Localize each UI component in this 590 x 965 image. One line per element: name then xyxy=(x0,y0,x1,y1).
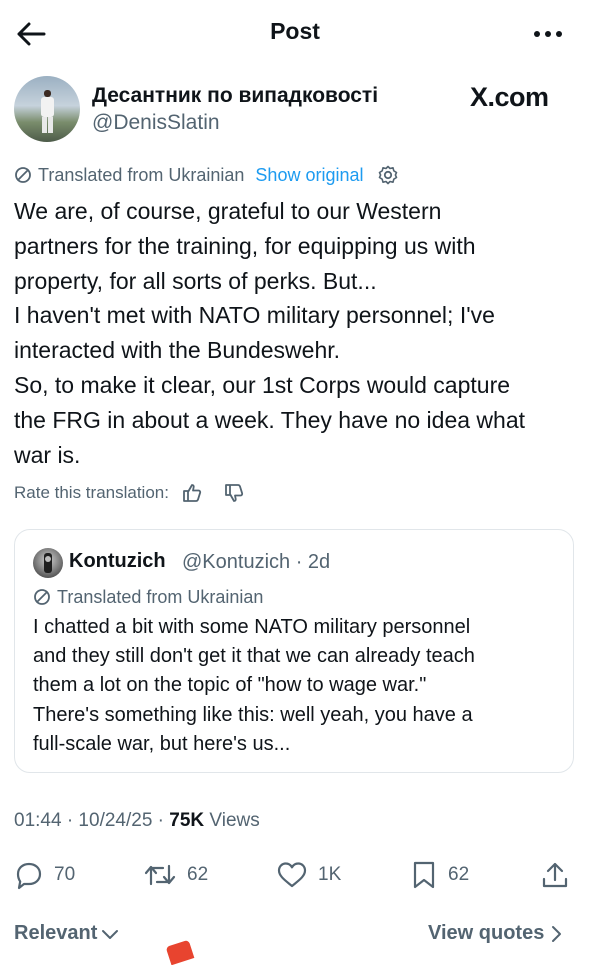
repost-icon xyxy=(143,860,177,890)
quoted-translated-label: Translated from Ukrainian xyxy=(57,586,264,607)
rate-translation-label: Rate this translation: xyxy=(14,483,169,502)
post-line: So, to make it clear, our 1st Corps woul… xyxy=(14,371,511,398)
post-line: partners for the training, for equipping… xyxy=(14,232,476,259)
thumbs-down-icon[interactable] xyxy=(223,482,245,504)
view-quotes-label: View quotes xyxy=(428,922,545,944)
post-line: property, for all sorts of perks. But... xyxy=(14,267,377,294)
post-body: We are, of course, grateful to our Weste… xyxy=(14,194,579,472)
show-original-link[interactable]: Show original xyxy=(255,165,363,186)
quoted-handle-time[interactable]: @Kontuzich · 2d xyxy=(182,551,330,574)
quoted-line: There's something like this: well yeah, … xyxy=(33,703,473,726)
bookmark-icon xyxy=(410,860,438,890)
quoted-translation-row: Translated from Ukrainian xyxy=(33,585,263,609)
reply-count: 70 xyxy=(54,864,76,885)
views-label: Views xyxy=(204,810,260,831)
reply-button[interactable]: 70 xyxy=(14,858,75,892)
more-options-icon[interactable] xyxy=(528,22,568,46)
share-button[interactable] xyxy=(540,858,570,892)
author-display-name[interactable]: Десантник по випадковості xyxy=(92,84,378,108)
translated-label: Translated from Ukrainian xyxy=(38,164,245,185)
author-avatar[interactable] xyxy=(14,76,80,142)
settings-gear-icon[interactable] xyxy=(377,164,399,186)
repost-button[interactable]: 62 xyxy=(143,858,208,892)
bookmark-count: 62 xyxy=(448,864,470,885)
sort-label: Relevant xyxy=(14,922,98,944)
translate-icon xyxy=(33,588,51,606)
heart-icon xyxy=(276,860,308,890)
sort-dropdown[interactable]: Relevant xyxy=(14,922,119,945)
author-handle[interactable]: @DenisSlatin xyxy=(92,111,220,135)
post-line: We are, of course, grateful to our Weste… xyxy=(14,198,442,224)
quoted-post-body: I chatted a bit with some NATO military … xyxy=(33,613,568,759)
post-line: I haven't met with NATO military personn… xyxy=(14,302,495,329)
page-title: Post xyxy=(270,18,320,44)
post-line: interacted with the Bundeswehr. xyxy=(14,337,341,364)
repost-count: 62 xyxy=(187,864,209,885)
post-meta: 01:44 · 10/24/25 · 75K Views xyxy=(14,810,260,832)
post-timestamp[interactable]: 01:44 · 10/24/25 · xyxy=(14,810,169,831)
bookmark-button[interactable]: 62 xyxy=(410,858,469,892)
chevron-right-icon xyxy=(550,925,562,943)
quoted-author-avatar[interactable] xyxy=(33,548,63,578)
partial-red-shape xyxy=(165,939,195,965)
rate-translation-row: Rate this translation: xyxy=(14,480,245,506)
quoted-line: them a lot on the topic of "how to wage … xyxy=(33,674,427,697)
quoted-line: and they still don't get it that we can … xyxy=(33,645,475,668)
like-button[interactable]: 1K xyxy=(276,858,341,892)
thumbs-up-icon[interactable] xyxy=(181,482,203,504)
view-quotes-link[interactable]: View quotes xyxy=(428,922,562,945)
quoted-line: I chatted a bit with some NATO military … xyxy=(33,616,471,638)
quoted-line: full-scale war, but here's us... xyxy=(33,732,291,755)
x-com-watermark: X.com xyxy=(470,82,549,112)
views-count: 75K xyxy=(169,810,205,831)
translate-icon xyxy=(14,166,32,184)
reply-icon xyxy=(14,860,44,890)
like-count: 1K xyxy=(318,864,342,885)
post-line: war is. xyxy=(14,441,81,468)
quoted-author-name[interactable]: Kontuzich xyxy=(69,550,166,573)
chevron-down-icon xyxy=(101,927,119,941)
translation-row: Translated from Ukrainian Show original xyxy=(14,162,399,188)
share-icon xyxy=(540,860,570,890)
post-line: the FRG in about a week. They have no id… xyxy=(14,406,525,433)
